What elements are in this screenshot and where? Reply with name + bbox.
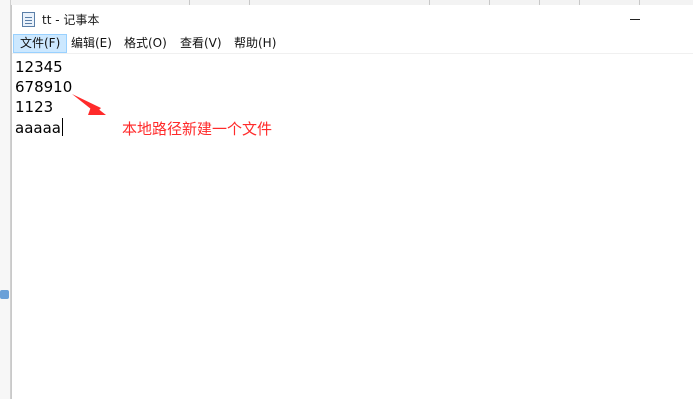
background-left-pane: [0, 0, 11, 399]
editor-line: 678910: [15, 78, 73, 96]
minimize-button[interactable]: [612, 5, 658, 33]
notepad-icon: [22, 12, 35, 27]
red-arrow-icon: [72, 94, 106, 115]
menu-format[interactable]: 格式(O): [118, 34, 173, 53]
window-title: tt - 记事本: [42, 13, 100, 27]
editor-line: 12345: [15, 58, 63, 76]
notepad-window: tt - 记事本 文件(F) 编辑(E) 格式(O) 查看(V) 帮助(H) 1…: [11, 5, 693, 399]
editor-line-text: aaaaa: [15, 119, 61, 137]
annotation-note: 本地路径新建一个文件: [122, 120, 273, 138]
title-bar[interactable]: tt - 记事本: [12, 5, 693, 33]
menu-bar: 文件(F) 编辑(E) 格式(O) 查看(V) 帮助(H): [12, 33, 693, 54]
menu-help[interactable]: 帮助(H): [228, 34, 282, 53]
menu-edit[interactable]: 编辑(E): [65, 34, 118, 53]
editor-line: 1123: [15, 98, 54, 116]
editor-line-last: aaaaa: [15, 118, 63, 138]
text-editor[interactable]: 12345 678910 1123 aaaaa: [12, 55, 693, 399]
menu-view[interactable]: 查看(V): [174, 34, 228, 53]
menu-file[interactable]: 文件(F): [13, 34, 68, 53]
background-folder-icon: [0, 290, 9, 299]
text-caret: [61, 118, 63, 136]
